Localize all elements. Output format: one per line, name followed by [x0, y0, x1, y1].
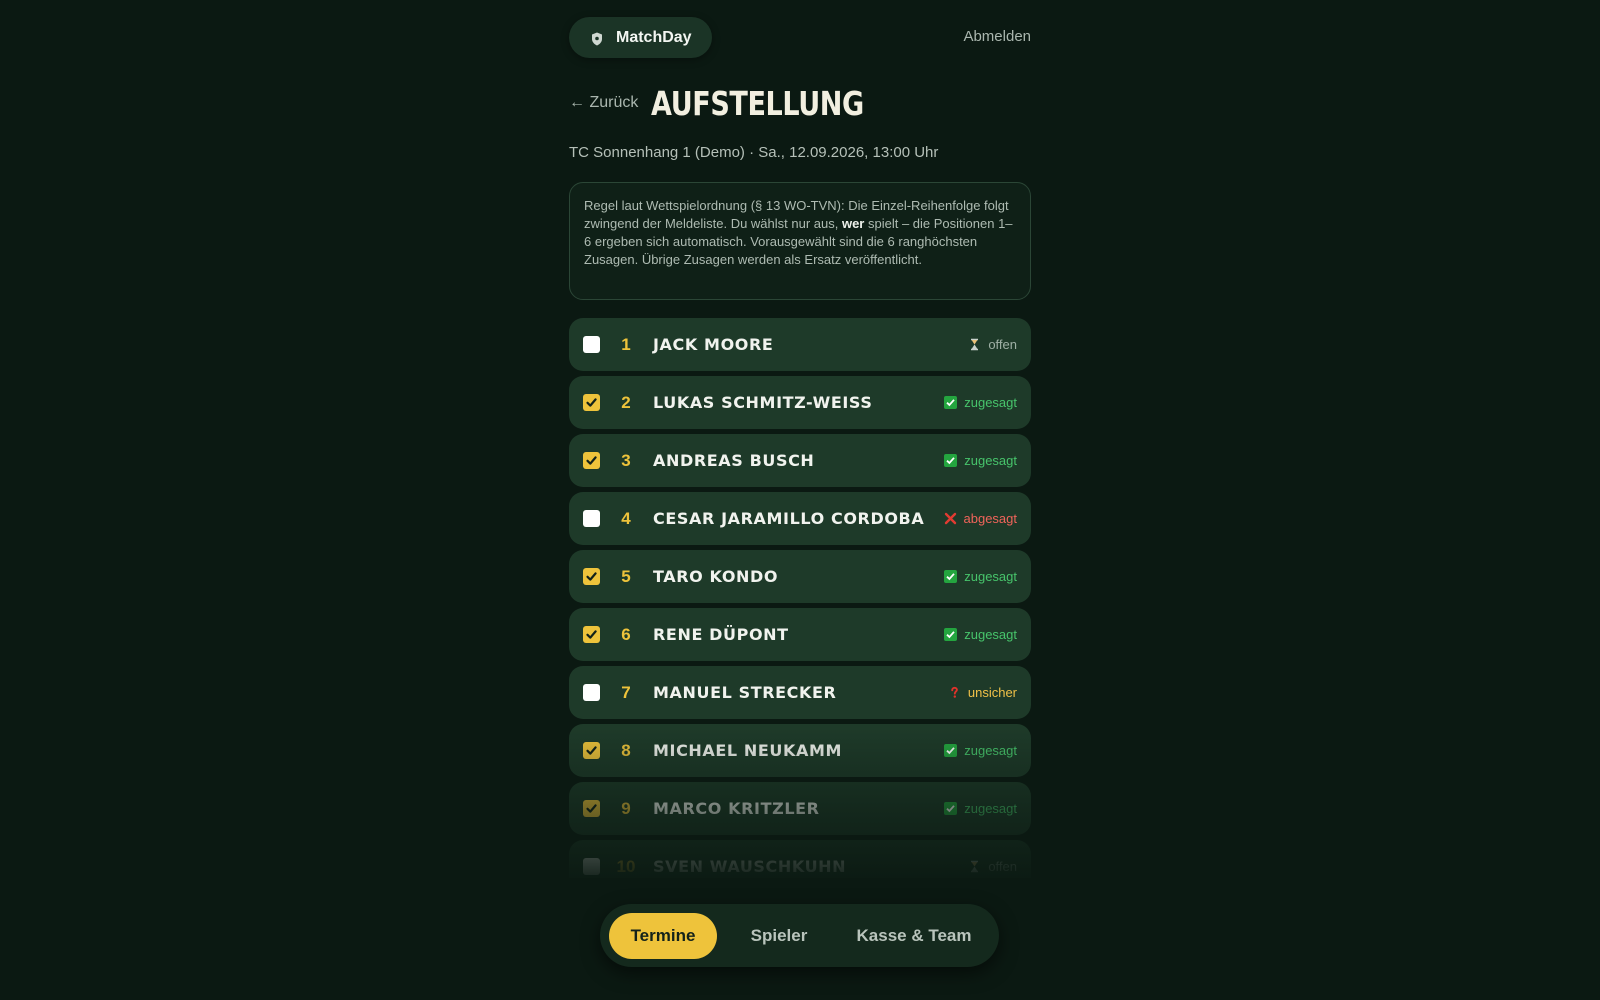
player-row[interactable]: 1 JACK MOORE offen [569, 318, 1031, 371]
logout-link[interactable]: Abmelden [963, 28, 1031, 45]
status-label: unsicher [967, 685, 1017, 700]
status-label: zugesagt [964, 395, 1017, 410]
player-name: RENE DÜPONT [653, 625, 789, 644]
status-badge: zugesagt [944, 801, 1017, 816]
player-name: MICHAEL NEUKAMM [653, 741, 843, 760]
player-name: JACK MOORE [653, 335, 774, 354]
player-rank: 6 [621, 624, 631, 644]
zugesagt-status-icon [944, 454, 958, 467]
status-label: zugesagt [964, 801, 1017, 816]
player-checkbox[interactable] [583, 684, 600, 701]
player-row[interactable]: 7 MANUEL STRECKER unsicher [569, 666, 1031, 719]
rule-text-bold: wer [841, 216, 865, 231]
player-rank: 9 [621, 798, 631, 818]
player-row[interactable]: 2 LUKAS SCHMITZ-WEISS zugesagt [569, 376, 1031, 429]
player-row[interactable]: 3 ANDREAS BUSCH zugesagt [569, 434, 1031, 487]
nav-tab-termine[interactable]: Termine [609, 913, 717, 959]
player-name: MARCO KRITZLER [653, 799, 820, 818]
player-row[interactable]: 4 CESAR JARAMILLO CORDOBA abgesagt [569, 492, 1031, 545]
player-row[interactable]: 5 TARO KONDO zugesagt [569, 550, 1031, 603]
status-badge: abgesagt [944, 511, 1018, 526]
status-badge: unsicher [948, 685, 1017, 700]
player-rank: 3 [621, 450, 631, 470]
status-badge: zugesagt [944, 743, 1017, 758]
player-checkbox[interactable] [583, 742, 600, 759]
player-checkbox[interactable] [583, 626, 600, 643]
player-name: LUKAS SCHMITZ-WEISS [653, 393, 873, 412]
offen-status-icon [968, 338, 981, 351]
checkmark-icon [586, 746, 597, 755]
app-name: MatchDay [616, 28, 692, 46]
player-checkbox[interactable] [583, 510, 600, 527]
player-name: TARO KONDO [653, 567, 779, 586]
status-badge: zugesagt [944, 569, 1017, 584]
shield-icon [591, 31, 603, 45]
player-rank: 1 [621, 334, 631, 354]
title-row: ← Zurück AUFSTELLUNG [569, 84, 1031, 124]
player-row[interactable]: 6 RENE DÜPONT zugesagt [569, 608, 1031, 661]
player-rank: 5 [621, 566, 631, 586]
player-checkbox[interactable] [583, 394, 600, 411]
checkmark-icon [586, 572, 597, 581]
status-badge: zugesagt [944, 453, 1017, 468]
status-label: abgesagt [963, 511, 1018, 526]
player-row[interactable]: 8 MICHAEL NEUKAMM zugesagt [569, 724, 1031, 777]
status-label: zugesagt [964, 743, 1017, 758]
bottom-nav: Termine Spieler Kasse & Team [600, 904, 999, 967]
rule-info-box: Regel laut Wettspielordnung (§ 13 WO-TVN… [569, 182, 1031, 300]
player-checkbox[interactable] [583, 800, 600, 817]
zugesagt-status-icon [944, 396, 958, 409]
status-label: zugesagt [964, 627, 1017, 642]
player-rank: 8 [621, 740, 631, 760]
player-name: MANUEL STRECKER [653, 683, 837, 702]
player-name: SVEN WAUSCHKUHN [653, 857, 847, 876]
player-list: 1 JACK MOORE offen 2 LUKAS SCHMITZ-WEISS zuge… [569, 318, 1031, 878]
status-label: offen [988, 337, 1017, 352]
player-checkbox[interactable] [583, 452, 600, 469]
back-link[interactable]: ← Zurück [569, 94, 638, 112]
player-rank: 7 [621, 682, 631, 702]
status-badge: offen [968, 859, 1017, 874]
unsicher-status-icon [948, 686, 961, 699]
offen-status-icon [968, 860, 981, 873]
page-title: AUFSTELLUNG [651, 84, 864, 123]
match-subtitle: TC Sonnenhang 1 (Demo) · Sa., 12.09.2026… [569, 144, 939, 161]
player-rank: 4 [621, 508, 631, 528]
nav-tab-spieler[interactable]: Spieler [724, 913, 834, 959]
zugesagt-status-icon [944, 802, 958, 815]
status-label: offen [988, 859, 1017, 874]
brand-pill[interactable]: MatchDay [569, 17, 712, 58]
status-label: zugesagt [964, 569, 1017, 584]
top-bar: MatchDay Abmelden [569, 17, 1031, 58]
checkmark-icon [586, 398, 597, 407]
status-label: zugesagt [964, 453, 1017, 468]
player-name: ANDREAS BUSCH [653, 451, 815, 470]
zugesagt-status-icon [944, 570, 958, 583]
page: MatchDay Abmelden ← Zurück AUFSTELLUNG T… [0, 0, 1600, 1000]
nav-tab-kasse-team[interactable]: Kasse & Team [837, 913, 991, 959]
checkmark-icon [586, 456, 597, 465]
player-checkbox[interactable] [583, 858, 600, 875]
zugesagt-status-icon [944, 628, 958, 641]
player-row[interactable]: 9 MARCO KRITZLER zugesagt [569, 782, 1031, 835]
player-name: CESAR JARAMILLO CORDOBA [653, 509, 925, 528]
player-rank: 10 [616, 856, 636, 876]
checkmark-icon [586, 804, 597, 813]
status-badge: zugesagt [944, 627, 1017, 642]
player-checkbox[interactable] [583, 336, 600, 353]
status-badge: offen [968, 337, 1017, 352]
checkmark-icon [586, 630, 597, 639]
player-row[interactable]: 10 SVEN WAUSCHKUHN offen [569, 840, 1031, 878]
player-rank: 2 [621, 392, 631, 412]
zugesagt-status-icon [944, 744, 958, 757]
abgesagt-status-icon [944, 512, 957, 525]
player-checkbox[interactable] [583, 568, 600, 585]
status-badge: zugesagt [944, 395, 1017, 410]
